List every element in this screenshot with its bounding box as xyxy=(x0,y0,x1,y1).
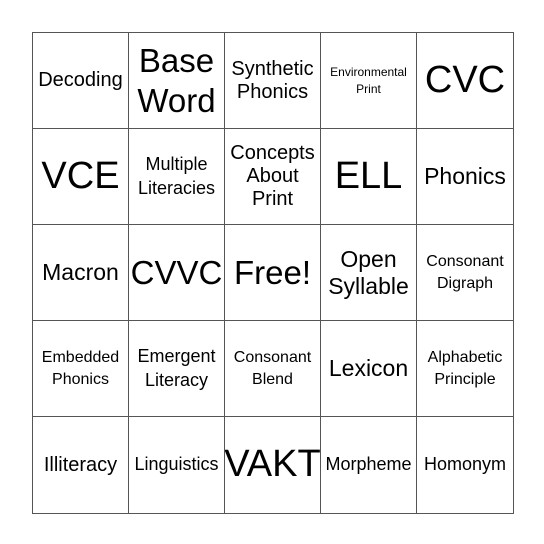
bingo-cell-r3-c2[interactable]: CVVC xyxy=(129,225,225,321)
cell-label: Synthetic Phonics xyxy=(231,57,314,103)
cell-label: VAKT xyxy=(225,443,321,486)
cell-label: CVC xyxy=(424,58,506,101)
bingo-free-space[interactable]: Free! xyxy=(225,225,321,321)
cell-label: Morpheme xyxy=(325,454,412,475)
cell-label: Consonant Blend xyxy=(233,348,312,388)
cell-label: CVVC xyxy=(130,253,223,291)
bingo-cell-r4-c2[interactable]: Emergent Literacy xyxy=(129,321,225,417)
bingo-cell-r1-c1[interactable]: Decoding xyxy=(33,33,129,129)
bingo-cell-r4-c1[interactable]: Embedded Phonics xyxy=(33,321,129,417)
cell-label: ELL xyxy=(334,154,403,197)
cell-label: VCE xyxy=(41,154,120,197)
cell-label: Alphabetic Principle xyxy=(427,348,503,388)
bingo-cell-r1-c4[interactable]: Environmental Print xyxy=(321,33,417,129)
bingo-cell-r2-c2[interactable]: Multiple Literacies xyxy=(129,129,225,225)
bingo-cell-r4-c3[interactable]: Consonant Blend xyxy=(225,321,321,417)
bingo-cell-r2-c4[interactable]: ELL xyxy=(321,129,417,225)
cell-label: Decoding xyxy=(38,69,123,91)
bingo-cell-r3-c1[interactable]: Macron xyxy=(33,225,129,321)
cell-label: Lexicon xyxy=(328,355,409,382)
cell-label: Macron xyxy=(42,259,119,286)
bingo-cell-r5-c3[interactable]: VAKT xyxy=(225,417,321,513)
cell-label: Phonics xyxy=(424,163,506,190)
cell-label: Linguistics xyxy=(134,454,219,475)
bingo-cell-r5-c4[interactable]: Morpheme xyxy=(321,417,417,513)
cell-label: Base Word xyxy=(137,41,216,119)
bingo-cell-r1-c5[interactable]: CVC xyxy=(417,33,513,129)
bingo-cell-r5-c2[interactable]: Linguistics xyxy=(129,417,225,513)
cell-label: Illiteracy xyxy=(43,453,118,476)
cell-label: Multiple Literacies xyxy=(137,154,216,198)
bingo-cell-r3-c5[interactable]: Consonant Digraph xyxy=(417,225,513,321)
cell-label: Concepts About Print xyxy=(230,142,315,210)
bingo-cell-r5-c5[interactable]: Homonym xyxy=(417,417,513,513)
cell-label: Consonant Digraph xyxy=(426,252,504,292)
cell-label: Free! xyxy=(233,253,312,291)
cell-label: Emergent Literacy xyxy=(137,346,216,390)
cell-label: Open Syllable xyxy=(328,246,409,299)
cell-label: Environmental Print xyxy=(330,64,407,96)
bingo-cell-r5-c1[interactable]: Illiteracy xyxy=(33,417,129,513)
bingo-cell-r2-c1[interactable]: VCE xyxy=(33,129,129,225)
bingo-cell-r1-c2[interactable]: Base Word xyxy=(129,33,225,129)
bingo-cell-r4-c4[interactable]: Lexicon xyxy=(321,321,417,417)
bingo-cell-r2-c3[interactable]: Concepts About Print xyxy=(225,129,321,225)
bingo-card: Decoding Base Word Synthetic Phonics Env… xyxy=(32,32,514,514)
bingo-cell-r4-c5[interactable]: Alphabetic Principle xyxy=(417,321,513,417)
cell-label: Embedded Phonics xyxy=(41,348,120,388)
bingo-cell-r1-c3[interactable]: Synthetic Phonics xyxy=(225,33,321,129)
bingo-cell-r3-c4[interactable]: Open Syllable xyxy=(321,225,417,321)
cell-label: Homonym xyxy=(423,454,507,475)
bingo-cell-r2-c5[interactable]: Phonics xyxy=(417,129,513,225)
